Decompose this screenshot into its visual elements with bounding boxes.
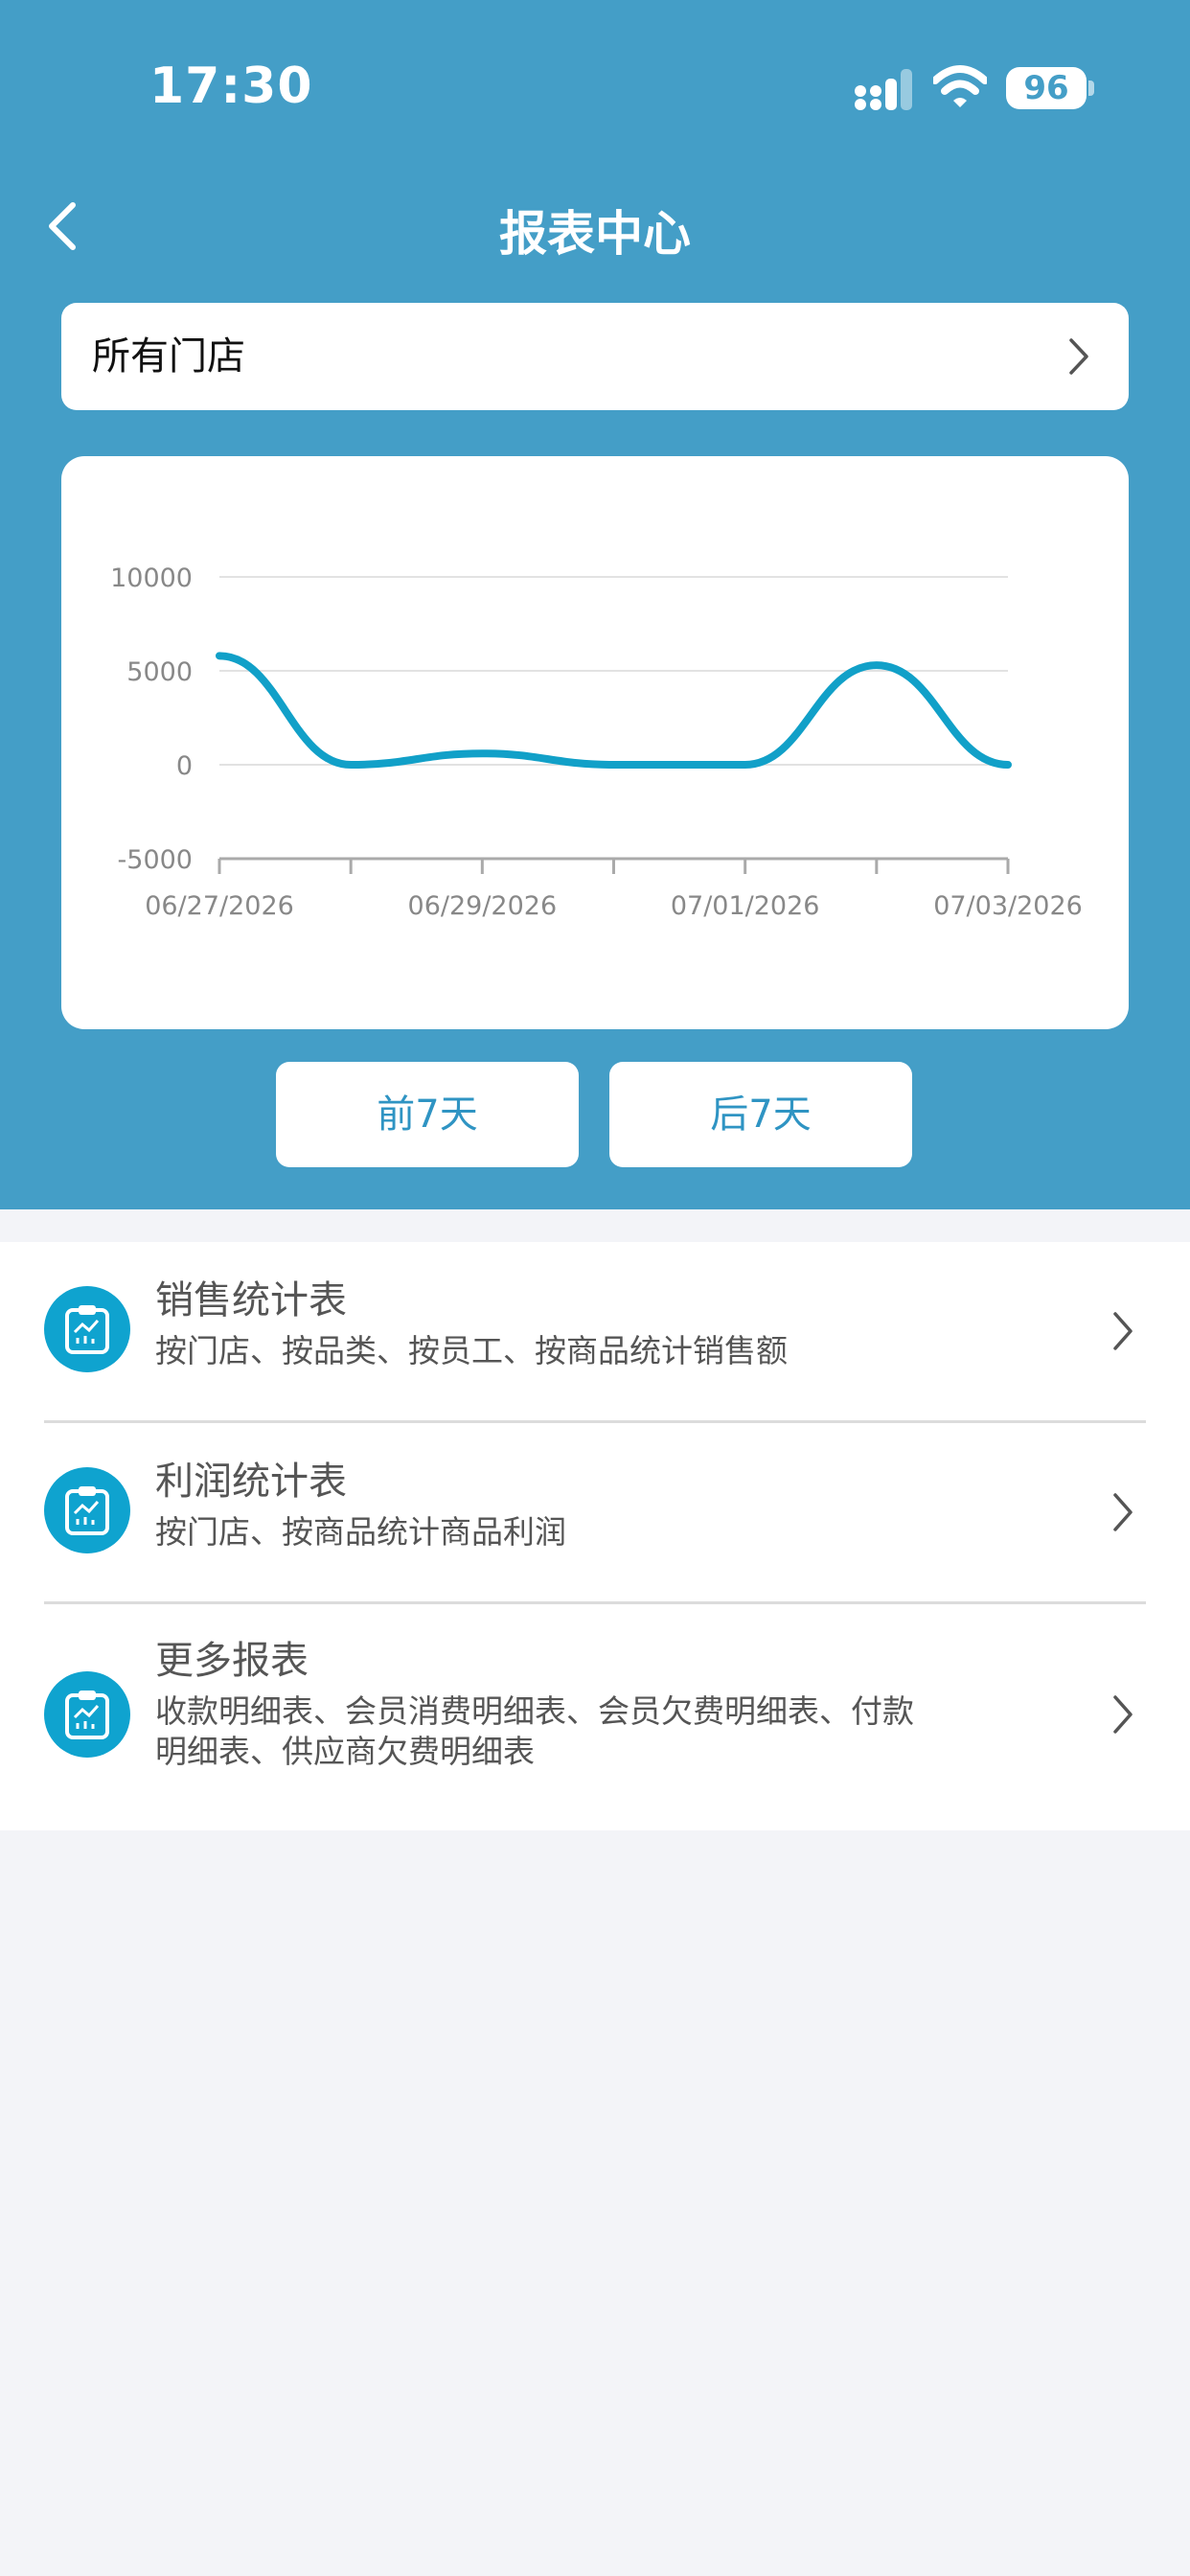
page-title: 报表中心 bbox=[499, 206, 691, 262]
y-tick-label: 10000 bbox=[110, 564, 193, 593]
report-title: 利润统计表 bbox=[155, 1460, 347, 1504]
report-description-line-2: 明细表、供应商欠费明细表 bbox=[155, 1733, 535, 1770]
x-tick-label: 07/01/2026 bbox=[671, 891, 820, 921]
report-description-line-1: 收款明细表、会员消费明细表、会员欠费明细表、付款 bbox=[155, 1692, 914, 1730]
y-tick-label: 5000 bbox=[126, 657, 193, 687]
wifi-icon bbox=[933, 65, 987, 107]
x-tick-label: 06/27/2026 bbox=[145, 891, 294, 921]
store-selector-label: 所有门店 bbox=[92, 334, 245, 379]
report-item-profit[interactable]: 利润统计表 按门店、按商品统计商品利润 bbox=[0, 1423, 1190, 1601]
report-title: 更多报表 bbox=[155, 1639, 309, 1683]
clipboard-chart-icon bbox=[65, 1486, 109, 1535]
status-time: 17:30 bbox=[149, 58, 313, 115]
report-icon bbox=[44, 1467, 130, 1553]
x-tick-label: 07/03/2026 bbox=[933, 891, 1083, 921]
next-7-days-button[interactable]: 后7天 bbox=[609, 1062, 912, 1167]
x-tick-label: 06/29/2026 bbox=[408, 891, 558, 921]
clipboard-chart-icon bbox=[65, 1690, 109, 1739]
battery-tip bbox=[1088, 80, 1094, 96]
chevron-right-icon bbox=[1113, 1695, 1133, 1734]
report-list: 销售统计表 按门店、按品类、按员工、按商品统计销售额 利润统计表 按门店、按商品… bbox=[0, 1242, 1190, 1830]
report-icon bbox=[44, 1286, 130, 1372]
chevron-right-icon bbox=[1113, 1493, 1133, 1531]
report-item-more[interactable]: 更多报表 收款明细表、会员消费明细表、会员欠费明细表、付款 明细表、供应商欠费明… bbox=[0, 1604, 1190, 1830]
battery-indicator: 96 bbox=[1006, 67, 1087, 109]
y-tick-label: -5000 bbox=[118, 845, 193, 875]
report-title: 销售统计表 bbox=[155, 1278, 347, 1322]
series-line bbox=[216, 652, 1012, 770]
report-icon bbox=[44, 1671, 130, 1758]
sales-chart-card: 10000 5000 0 -5000 06/27/2026 06/29/2026 07/01… bbox=[61, 456, 1129, 1029]
chevron-right-icon bbox=[1069, 338, 1088, 375]
chevron-right-icon bbox=[1113, 1312, 1133, 1350]
cellular-signal-icon bbox=[855, 69, 912, 110]
report-description: 按门店、按商品统计商品利润 bbox=[155, 1513, 566, 1551]
sales-line-chart: 10000 5000 0 -5000 06/27/2026 06/29/2026 07/01… bbox=[110, 564, 1083, 921]
y-tick-label: 0 bbox=[176, 751, 193, 781]
clipboard-chart-icon bbox=[65, 1305, 109, 1354]
report-description: 按门店、按品类、按员工、按商品统计销售额 bbox=[155, 1332, 788, 1369]
previous-7-days-button[interactable]: 前7天 bbox=[276, 1062, 579, 1167]
report-item-sales[interactable]: 销售统计表 按门店、按品类、按员工、按商品统计销售额 bbox=[0, 1242, 1190, 1420]
store-selector[interactable]: 所有门店 bbox=[61, 303, 1129, 410]
